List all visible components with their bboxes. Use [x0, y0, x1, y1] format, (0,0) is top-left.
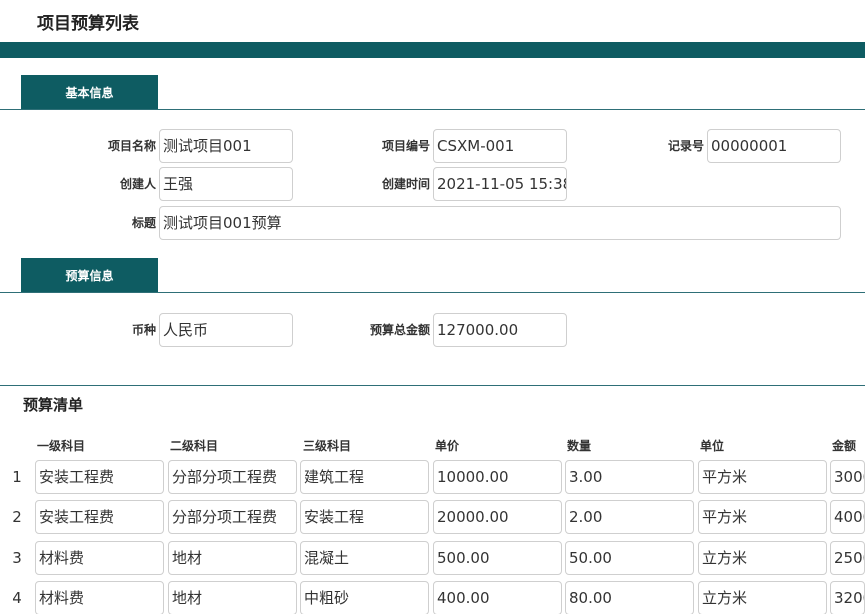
column-header-level1: 一级科目 [37, 439, 86, 453]
unit-price-cell[interactable]: 10000.00 [433, 460, 562, 494]
project-code-field[interactable]: CSXM-001 [433, 129, 567, 163]
created-time-label: 创建时间 [381, 177, 430, 191]
quantity-cell[interactable]: 50.00 [565, 541, 694, 575]
row-number: 4 [12, 589, 22, 607]
level1-subject-cell[interactable]: 材料费 [35, 541, 164, 575]
creator-label: 创建人 [119, 177, 156, 191]
amount-cell[interactable]: 40000.00 [830, 500, 865, 534]
quantity-cell[interactable]: 80.00 [565, 581, 694, 614]
creator-field[interactable]: 王强 [159, 167, 293, 201]
unit-cell[interactable]: 立方米 [698, 541, 827, 575]
total-amount-label: 预算总金额 [369, 323, 430, 337]
subject-field[interactable]: 测试项目001预算 [159, 206, 841, 240]
column-header-unit-price: 单价 [435, 439, 460, 453]
project-name-label: 项目名称 [107, 139, 156, 153]
section-divider [0, 385, 865, 386]
header-bar [0, 42, 865, 58]
column-header-amount: 金额 [832, 439, 857, 453]
unit-cell[interactable]: 立方米 [698, 581, 827, 614]
level3-subject-cell[interactable]: 混凝土 [300, 541, 429, 575]
level3-subject-cell[interactable]: 中粗砂 [300, 581, 429, 614]
row-number: 1 [12, 468, 22, 486]
level2-subject-cell[interactable]: 地材 [168, 581, 297, 614]
currency-label: 币种 [131, 323, 156, 337]
project-budget-page: 项目预算列表 基本信息 项目名称 测试项目001 项目编号 CSXM-001 记… [0, 0, 865, 614]
column-header-quantity: 数量 [567, 439, 592, 453]
record-no-field[interactable]: 00000001 [707, 129, 841, 163]
created-time-field[interactable]: 2021-11-05 15:38 [433, 167, 567, 201]
total-amount-field[interactable]: 127000.00 [433, 313, 567, 347]
unit-cell[interactable]: 平方米 [698, 500, 827, 534]
row-number: 2 [12, 508, 22, 526]
quantity-cell[interactable]: 2.00 [565, 500, 694, 534]
currency-field[interactable]: 人民币 [159, 313, 293, 347]
tab-basic-info-label: 基本信息 [65, 85, 114, 100]
tab-budget-info-label: 预算信息 [65, 268, 114, 283]
quantity-cell[interactable]: 3.00 [565, 460, 694, 494]
level3-subject-cell[interactable]: 安装工程 [300, 500, 429, 534]
page-title: 项目预算列表 [37, 14, 139, 34]
project-code-label: 项目编号 [381, 139, 430, 153]
level2-subject-cell[interactable]: 分部分项工程费 [168, 460, 297, 494]
budget-list-title: 预算清单 [23, 396, 84, 414]
level2-subject-cell[interactable]: 地材 [168, 541, 297, 575]
amount-cell[interactable]: 32000.00 [830, 581, 865, 614]
level2-subject-cell[interactable]: 分部分项工程费 [168, 500, 297, 534]
unit-price-cell[interactable]: 400.00 [433, 581, 562, 614]
amount-cell[interactable]: 25000.00 [830, 541, 865, 575]
project-name-field[interactable]: 测试项目001 [159, 129, 293, 163]
section-divider [0, 109, 865, 110]
record-no-label: 记录号 [667, 139, 704, 153]
column-header-level3: 三级科目 [303, 439, 352, 453]
column-header-unit: 单位 [700, 439, 725, 453]
level1-subject-cell[interactable]: 材料费 [35, 581, 164, 614]
unit-price-cell[interactable]: 20000.00 [433, 500, 562, 534]
column-header-level2: 二级科目 [170, 439, 219, 453]
level3-subject-cell[interactable]: 建筑工程 [300, 460, 429, 494]
row-number: 3 [12, 549, 22, 567]
tab-budget-info[interactable]: 预算信息 [21, 258, 158, 292]
tab-basic-info[interactable]: 基本信息 [21, 75, 158, 109]
subject-label: 标题 [131, 216, 156, 230]
level1-subject-cell[interactable]: 安装工程费 [35, 460, 164, 494]
level1-subject-cell[interactable]: 安装工程费 [35, 500, 164, 534]
section-divider [0, 292, 865, 293]
unit-cell[interactable]: 平方米 [698, 460, 827, 494]
amount-cell[interactable]: 30000.00 [830, 460, 865, 494]
unit-price-cell[interactable]: 500.00 [433, 541, 562, 575]
